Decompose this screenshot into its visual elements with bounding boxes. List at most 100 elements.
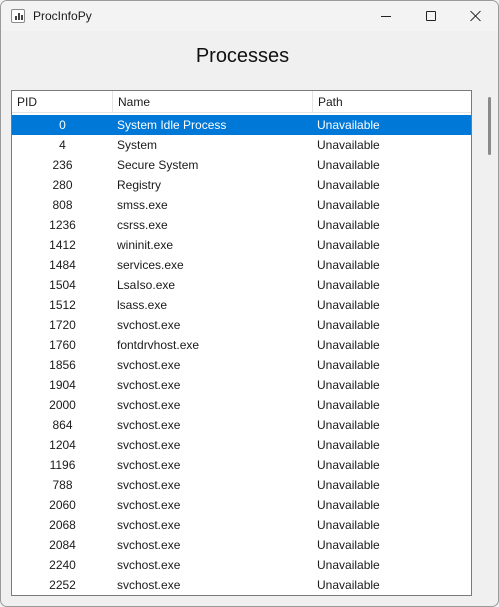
cell-name: lsass.exe bbox=[117, 298, 168, 312]
cell-name: wininit.exe bbox=[117, 238, 174, 252]
title-bar[interactable]: ProcInfoPy bbox=[1, 1, 498, 31]
cell-pid: 1236 bbox=[49, 218, 76, 232]
cell-pid: 280 bbox=[52, 178, 73, 192]
table-row[interactable]: 2068 svchost.exe Unavailable bbox=[12, 515, 471, 535]
scrollbar-thumb[interactable] bbox=[488, 97, 491, 155]
table-row[interactable]: 236 Secure System Unavailable bbox=[12, 155, 471, 175]
cell-path: Unavailable bbox=[317, 338, 380, 352]
close-icon bbox=[470, 10, 482, 22]
cell-name: services.exe bbox=[117, 258, 184, 272]
table-row[interactable]: 1504 LsaIso.exe Unavailable bbox=[12, 275, 471, 295]
table-row[interactable]: 1720 svchost.exe Unavailable bbox=[12, 315, 471, 335]
table-row[interactable]: 1196 svchost.exe Unavailable bbox=[12, 455, 471, 475]
cell-name: svchost.exe bbox=[117, 518, 181, 532]
cell-pid: 1412 bbox=[49, 238, 76, 252]
cell-pid: 1504 bbox=[49, 278, 76, 292]
cell-name: svchost.exe bbox=[117, 538, 181, 552]
minimize-button[interactable] bbox=[363, 1, 409, 31]
cell-name: csrss.exe bbox=[117, 218, 168, 232]
table-row[interactable]: 1236 csrss.exe Unavailable bbox=[12, 215, 471, 235]
table-row[interactable]: 788 svchost.exe Unavailable bbox=[12, 475, 471, 495]
cell-path: Unavailable bbox=[317, 158, 380, 172]
table-header: PID Name Path bbox=[12, 91, 471, 113]
cell-pid: 788 bbox=[52, 478, 73, 492]
cell-pid: 1196 bbox=[49, 458, 76, 472]
cell-path: Unavailable bbox=[317, 258, 380, 272]
cell-path: Unavailable bbox=[317, 418, 380, 432]
cell-pid: 1856 bbox=[49, 358, 76, 372]
cell-path: Unavailable bbox=[317, 278, 380, 292]
cell-path: Unavailable bbox=[317, 138, 380, 152]
cell-pid: 1512 bbox=[49, 298, 76, 312]
cell-name: svchost.exe bbox=[117, 458, 181, 472]
cell-path: Unavailable bbox=[317, 458, 380, 472]
table-row[interactable]: 2252 svchost.exe Unavailable bbox=[12, 575, 471, 595]
cell-name: svchost.exe bbox=[117, 558, 181, 572]
column-header-pid[interactable]: PID bbox=[12, 91, 113, 113]
chart-app-icon bbox=[11, 9, 25, 23]
cell-path: Unavailable bbox=[317, 198, 380, 212]
cell-pid: 1204 bbox=[49, 438, 76, 452]
table-row[interactable]: 2000 svchost.exe Unavailable bbox=[12, 395, 471, 415]
column-header-path[interactable]: Path bbox=[313, 91, 471, 113]
cell-path: Unavailable bbox=[317, 218, 380, 232]
cell-name: svchost.exe bbox=[117, 578, 181, 592]
cell-pid: 1484 bbox=[49, 258, 76, 272]
column-header-name[interactable]: Name bbox=[113, 91, 313, 113]
table-row[interactable]: 1204 svchost.exe Unavailable bbox=[12, 435, 471, 455]
cell-name: System Idle Process bbox=[117, 118, 227, 132]
cell-pid: 808 bbox=[52, 198, 73, 212]
table-row[interactable]: 1856 svchost.exe Unavailable bbox=[12, 355, 471, 375]
cell-path: Unavailable bbox=[317, 238, 380, 252]
table-row[interactable]: 2060 svchost.exe Unavailable bbox=[12, 495, 471, 515]
table-row[interactable]: 864 svchost.exe Unavailable bbox=[12, 415, 471, 435]
cell-name: svchost.exe bbox=[117, 478, 181, 492]
cell-pid: 2060 bbox=[49, 498, 76, 512]
cell-name: svchost.exe bbox=[117, 378, 181, 392]
table-row[interactable]: 1512 lsass.exe Unavailable bbox=[12, 295, 471, 315]
cell-pid: 2068 bbox=[49, 518, 76, 532]
table-row[interactable]: 1904 svchost.exe Unavailable bbox=[12, 375, 471, 395]
table-row[interactable]: 0 System Idle Process Unavailable bbox=[12, 115, 471, 135]
window-title: ProcInfoPy bbox=[33, 9, 92, 23]
cell-pid: 236 bbox=[52, 158, 73, 172]
table-row[interactable]: 1412 wininit.exe Unavailable bbox=[12, 235, 471, 255]
vertical-scrollbar[interactable] bbox=[484, 97, 494, 597]
close-button[interactable] bbox=[453, 1, 498, 31]
cell-pid: 864 bbox=[52, 418, 73, 432]
table-row[interactable]: 1760 fontdrvhost.exe Unavailable bbox=[12, 335, 471, 355]
cell-path: Unavailable bbox=[317, 358, 380, 372]
cell-path: Unavailable bbox=[317, 398, 380, 412]
cell-pid: 0 bbox=[59, 118, 66, 132]
table-row[interactable]: 808 smss.exe Unavailable bbox=[12, 195, 471, 215]
cell-name: System bbox=[117, 138, 158, 152]
table-row[interactable]: 2084 svchost.exe Unavailable bbox=[12, 535, 471, 555]
cell-name: Registry bbox=[117, 178, 162, 192]
cell-name: svchost.exe bbox=[117, 418, 181, 432]
table-row[interactable]: 2240 svchost.exe Unavailable bbox=[12, 555, 471, 575]
process-table[interactable]: PID Name Path 0 System Idle Process Unavai… bbox=[11, 90, 472, 596]
cell-pid: 4 bbox=[59, 138, 66, 152]
cell-pid: 2000 bbox=[49, 398, 76, 412]
cell-name: svchost.exe bbox=[117, 318, 181, 332]
maximize-button[interactable] bbox=[408, 1, 454, 31]
page-title: Processes bbox=[195, 45, 290, 67]
cell-name: LsaIso.exe bbox=[117, 278, 176, 292]
app-window: ProcInfoPy Processes PID Name Path 0 Syst… bbox=[0, 0, 499, 607]
table-body: 0 System Idle Process Unavailable 4 System Un… bbox=[12, 115, 471, 595]
cell-path: Unavailable bbox=[317, 318, 380, 332]
table-row[interactable]: 4 System Unavailable bbox=[12, 135, 471, 155]
cell-path: Unavailable bbox=[317, 558, 380, 572]
table-row[interactable]: 1484 services.exe Unavailable bbox=[12, 255, 471, 275]
cell-path: Unavailable bbox=[317, 438, 380, 452]
cell-name: Secure System bbox=[117, 158, 199, 172]
cell-name: svchost.exe bbox=[117, 398, 181, 412]
cell-name: svchost.exe bbox=[117, 498, 181, 512]
minimize-icon bbox=[381, 15, 391, 17]
table-row[interactable]: 280 Registry Unavailable bbox=[12, 175, 471, 195]
cell-path: Unavailable bbox=[317, 538, 380, 552]
cell-pid: 2084 bbox=[49, 538, 76, 552]
cell-pid: 1720 bbox=[49, 318, 76, 332]
cell-path: Unavailable bbox=[317, 118, 380, 132]
maximize-icon bbox=[426, 11, 436, 21]
